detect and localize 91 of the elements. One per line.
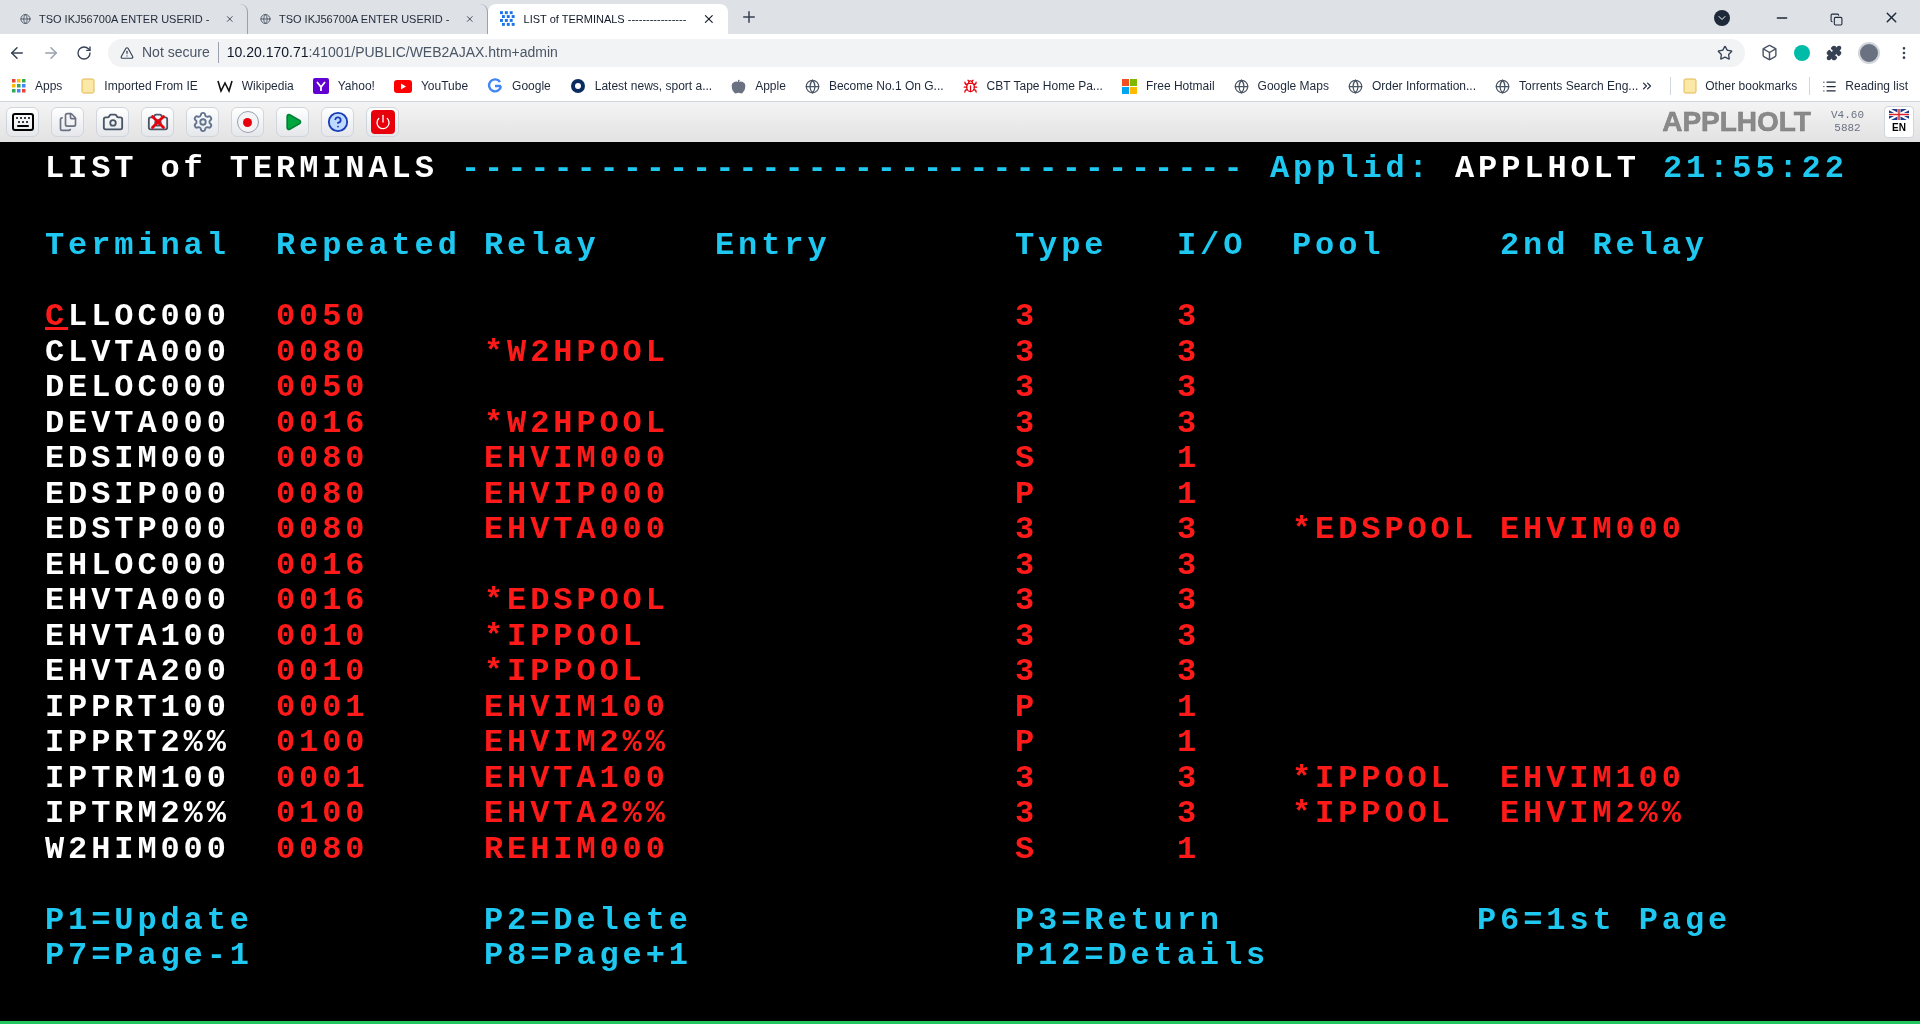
wiki-icon: [216, 79, 233, 93]
applid-logo: APPLHOLT: [1662, 105, 1811, 139]
list-icon: [1822, 78, 1838, 94]
table-cell-text: *EDSPOOL: [1292, 510, 1478, 550]
bookmark-item[interactable]: Apple: [731, 77, 786, 95]
yahoo-icon: [312, 78, 329, 94]
flag-icon: [1889, 109, 1909, 120]
column-header: Pool: [1292, 226, 1386, 266]
applid-value: APPLHOLT: [1455, 148, 1641, 189]
url-text: 10.20.170.71:41001/PUBLIC/WEB2AJAX.htm+admin: [226, 43, 558, 62]
version-label: V4.60: [1831, 109, 1864, 122]
play-button[interactable]: [276, 107, 309, 137]
power-icon: [370, 110, 395, 134]
column-header: Relay: [484, 226, 601, 266]
bookmark-item[interactable]: CBT Tape Home Pa...: [962, 77, 1103, 95]
other-bookmarks-item[interactable]: Other bookmarks: [1670, 77, 1810, 95]
bookmark-item[interactable]: Become No.1 On G...: [804, 77, 944, 95]
video-play-icon: [393, 79, 412, 93]
keyboard-button[interactable]: [6, 107, 39, 137]
globe-icon: [1233, 78, 1249, 94]
globe-icon: [260, 11, 271, 27]
clock-time: 21:55:22: [1663, 148, 1848, 189]
column-header: Type: [1015, 226, 1109, 266]
bookmark-item[interactable]: YouTube: [393, 77, 469, 95]
gear-icon: [191, 111, 214, 133]
folder-icon: [1683, 78, 1698, 94]
bookmark-item[interactable]: Free Hotmail: [1121, 77, 1215, 95]
tab-search-button[interactable]: [1714, 10, 1730, 26]
column-header: 2nd Relay: [1500, 226, 1709, 266]
apple-icon: [731, 78, 747, 94]
globe-icon: [20, 11, 31, 27]
power-button[interactable]: [366, 107, 399, 137]
column-header: I/O: [1177, 226, 1248, 266]
cube-icon[interactable]: [1761, 44, 1778, 61]
copy-button[interactable]: [51, 107, 84, 137]
column-header: Entry: [715, 226, 832, 266]
bookmark-item[interactable]: Torrents Search Eng...: [1495, 77, 1639, 95]
applid-label: Applid:: [1270, 148, 1433, 189]
help-icon: [326, 111, 349, 133]
bookmark-item[interactable]: Imported From IE: [81, 77, 198, 95]
news-circle-icon: [569, 78, 586, 94]
grid-logo-icon: [500, 11, 516, 27]
restore-icon[interactable]: [1830, 13, 1843, 26]
help-button[interactable]: [321, 107, 354, 137]
record-icon: [236, 111, 259, 133]
security-label: Not secure: [142, 42, 219, 63]
column-header: Terminal: [45, 226, 231, 266]
globe-icon: [1495, 78, 1510, 94]
address-bar[interactable]: Not secure 10.20.170.71:41001/PUBLIC/WEB2AJAX.htm+admin: [108, 38, 1745, 67]
globe-icon: [804, 78, 820, 94]
documents-icon: [57, 112, 78, 132]
new-tab-icon[interactable]: [740, 8, 758, 26]
build-label: 5882: [1834, 122, 1861, 135]
bug-icon: [962, 78, 978, 94]
bookmark-item[interactable]: Latest news, sport a...: [569, 77, 713, 95]
tab-title: LIST of TERMINALS ----------------: [523, 11, 687, 27]
google-g-icon: [487, 78, 504, 94]
column-header: Repeated: [276, 226, 462, 266]
bookmark-item[interactable]: Apps: [12, 77, 63, 95]
puzzle-icon[interactable]: [1826, 44, 1842, 61]
bookmark-item[interactable]: Yahoo!: [312, 77, 375, 95]
four-squares-icon: [1121, 78, 1137, 94]
record-button[interactable]: [231, 107, 264, 137]
folder-icon: [81, 78, 96, 94]
globe-icon: [1347, 78, 1363, 94]
apps-grid-icon: [12, 79, 26, 93]
settings-button[interactable]: [186, 107, 219, 137]
avatar[interactable]: [1858, 41, 1880, 64]
bookmark-star-icon[interactable]: [1717, 44, 1733, 61]
reload-icon[interactable]: [76, 44, 92, 61]
crossed-camera-icon: [146, 111, 169, 133]
browser-tab[interactable]: LIST of TERMINALS ----------------: [488, 4, 728, 34]
language-button[interactable]: EN: [1884, 106, 1914, 138]
bookmark-item[interactable]: Order Information...: [1347, 77, 1476, 95]
tab-title: TSO IKJ56700A ENTER USERID -: [278, 11, 450, 27]
reading-list-item[interactable]: Reading list: [1809, 77, 1908, 95]
table-cell-text: EHVIM000: [1500, 510, 1686, 550]
warning-icon: [120, 45, 134, 60]
screen-title: LIST of TERMINALS: [45, 148, 439, 189]
camera-button[interactable]: [96, 107, 129, 137]
close-icon[interactable]: [702, 12, 716, 26]
table-cell-text: *W2HPOOL: [484, 332, 670, 373]
dash-rule: ----------------------------------: [461, 148, 1248, 189]
function-key-label: P6=1st Page: [1477, 900, 1733, 941]
bookmark-item[interactable]: Google Maps: [1233, 77, 1329, 95]
tab-title: TSO IKJ56700A ENTER USERID -: [38, 11, 210, 27]
camera-icon: [101, 111, 124, 133]
bookmark-item[interactable]: Wikipedia: [216, 77, 294, 95]
camera-off-button[interactable]: [141, 107, 174, 137]
bookmark-item[interactable]: Google: [487, 77, 551, 95]
keyboard-icon: [10, 110, 35, 134]
